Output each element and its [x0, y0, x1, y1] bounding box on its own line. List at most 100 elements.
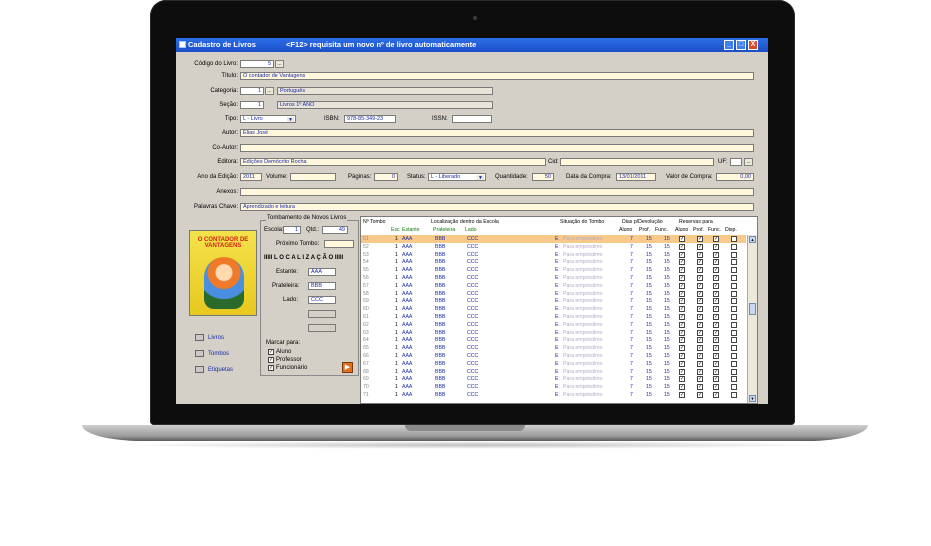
reserva-prof-checkbox[interactable]: ✓ [697, 360, 703, 367]
cidade-field[interactable] [560, 158, 714, 166]
scroll-down-icon[interactable]: ▼ [749, 395, 756, 402]
reserva-func-checkbox[interactable]: ✓ [713, 337, 719, 344]
table-row[interactable]: 68 1 AAA BBB CCC E Para empréstimo 7 15 15 ✓ ✓ ✓ [361, 368, 746, 376]
maximize-button[interactable]: □ [736, 40, 746, 50]
reserva-func-checkbox[interactable]: ✓ [713, 298, 719, 305]
reserva-aluno-checkbox[interactable]: ✓ [679, 298, 685, 305]
disponivel-checkbox[interactable] [731, 368, 737, 375]
reserva-prof-checkbox[interactable]: ✓ [697, 384, 703, 391]
reserva-aluno-checkbox[interactable]: ✓ [679, 290, 685, 297]
lado-field[interactable]: CCC [308, 296, 336, 304]
issn-field[interactable] [452, 115, 492, 123]
volume-field[interactable] [290, 173, 336, 181]
close-button[interactable]: X [748, 40, 758, 50]
reserva-func-checkbox[interactable]: ✓ [713, 259, 719, 266]
reserva-prof-checkbox[interactable]: ✓ [697, 290, 703, 297]
reserva-func-checkbox[interactable]: ✓ [713, 290, 719, 297]
table-row[interactable]: 63 1 AAA BBB CCC E Para empréstimo 7 15 15 ✓ ✓ ✓ [361, 329, 746, 337]
reserva-aluno-checkbox[interactable]: ✓ [679, 360, 685, 367]
disponivel-checkbox[interactable] [731, 329, 737, 336]
table-row[interactable]: 56 1 AAA BBB CCC E Para empréstimo 7 15 15 ✓ ✓ ✓ [361, 274, 746, 282]
anexos-field[interactable] [240, 188, 754, 196]
minimize-button[interactable]: _ [724, 40, 734, 50]
reserva-prof-checkbox[interactable]: ✓ [697, 337, 703, 344]
reserva-func-checkbox[interactable]: ✓ [713, 251, 719, 258]
disponivel-checkbox[interactable] [731, 345, 737, 352]
reserva-prof-checkbox[interactable]: ✓ [697, 353, 703, 359]
reserva-func-checkbox[interactable]: ✓ [713, 376, 719, 383]
uf-lookup-button[interactable]: ... [744, 158, 753, 166]
reserva-aluno-checkbox[interactable]: ✓ [679, 368, 685, 375]
reserva-prof-checkbox[interactable]: ✓ [697, 314, 703, 320]
reserva-prof-checkbox[interactable]: ✓ [697, 368, 703, 375]
reserva-func-checkbox[interactable]: ✓ [713, 282, 719, 289]
tipo-select[interactable]: L - Livro ▼ [240, 115, 296, 123]
reserva-prof-checkbox[interactable]: ✓ [697, 236, 703, 242]
paginas-field[interactable]: 0 [374, 173, 398, 181]
disponivel-checkbox[interactable] [731, 259, 737, 266]
reserva-func-checkbox[interactable]: ✓ [713, 306, 719, 313]
generate-tombos-button[interactable]: ▶ [342, 362, 353, 373]
reserva-aluno-checkbox[interactable]: ✓ [679, 392, 685, 398]
reserva-prof-checkbox[interactable]: ✓ [697, 392, 703, 398]
reserva-prof-checkbox[interactable]: ✓ [697, 329, 703, 336]
disponivel-checkbox[interactable] [731, 243, 737, 250]
autor-field[interactable]: Elias José [240, 129, 754, 137]
reserva-func-checkbox[interactable]: ✓ [713, 384, 719, 391]
reserva-prof-checkbox[interactable]: ✓ [697, 376, 703, 383]
extra-field-2[interactable] [308, 324, 336, 332]
link-livros[interactable]: Livros [208, 335, 224, 341]
grid-scrollbar[interactable]: ▲ ▼ [747, 235, 757, 403]
table-row[interactable]: 57 1 AAA BBB CCC E Para empréstimo 7 15 15 ✓ ✓ ✓ [361, 282, 746, 290]
reserva-aluno-checkbox[interactable]: ✓ [679, 376, 685, 383]
prateleira-field[interactable]: BBB [308, 282, 336, 290]
reserva-prof-checkbox[interactable]: ✓ [697, 267, 703, 274]
table-row[interactable]: 51 1 AAA BBB CCC E Para empréstimo 7 15 15 ✓ ✓ ✓ [361, 235, 746, 243]
reserva-aluno-checkbox[interactable]: ✓ [679, 337, 685, 344]
table-row[interactable]: 67 1 AAA BBB CCC E Para empréstimo 7 15 15 ✓ ✓ ✓ [361, 360, 746, 368]
reserva-prof-checkbox[interactable]: ✓ [697, 251, 703, 258]
reserva-aluno-checkbox[interactable]: ✓ [679, 259, 685, 266]
table-row[interactable]: 52 1 AAA BBB CCC E Para empréstimo 7 15 15 ✓ ✓ ✓ [361, 243, 746, 251]
quantidade-field[interactable]: 50 [532, 173, 554, 181]
reserva-func-checkbox[interactable]: ✓ [713, 360, 719, 367]
funcionario-checkbox[interactable]: ✓ [268, 365, 274, 371]
coautor-field[interactable] [240, 144, 754, 152]
codigo-field[interactable]: 5 [240, 60, 274, 68]
palavras-chave-field[interactable]: Aprendizado e leitura [240, 203, 754, 211]
reserva-aluno-checkbox[interactable]: ✓ [679, 345, 685, 352]
categoria-lookup-button[interactable]: ... [265, 87, 274, 95]
reserva-prof-checkbox[interactable]: ✓ [697, 243, 703, 250]
valor-compra-field[interactable]: 0,00 [716, 173, 754, 181]
table-row[interactable]: 61 1 AAA BBB CCC E Para empréstimo 7 15 15 ✓ ✓ ✓ [361, 313, 746, 321]
reserva-func-checkbox[interactable]: ✓ [713, 392, 719, 398]
link-etiquetas[interactable]: Etiquetas [208, 367, 233, 373]
reserva-aluno-checkbox[interactable]: ✓ [679, 329, 685, 336]
codigo-lookup-button[interactable]: ... [275, 60, 284, 68]
table-row[interactable]: 58 1 AAA BBB CCC E Para empréstimo 7 15 15 ✓ ✓ ✓ [361, 290, 746, 298]
disponivel-checkbox[interactable] [731, 282, 737, 289]
disponivel-checkbox[interactable] [731, 290, 737, 297]
reserva-func-checkbox[interactable]: ✓ [713, 267, 719, 274]
table-row[interactable]: 55 1 AAA BBB CCC E Para empréstimo 7 15 15 ✓ ✓ ✓ [361, 266, 746, 274]
secao-code-field[interactable]: 1 [240, 101, 264, 109]
table-row[interactable]: 53 1 AAA BBB CCC E Para empréstimo 7 15 15 ✓ ✓ ✓ [361, 251, 746, 259]
reserva-prof-checkbox[interactable]: ✓ [697, 345, 703, 352]
disponivel-checkbox[interactable] [731, 298, 737, 305]
reserva-aluno-checkbox[interactable]: ✓ [679, 314, 685, 320]
reserva-prof-checkbox[interactable]: ✓ [697, 298, 703, 305]
reserva-prof-checkbox[interactable]: ✓ [697, 282, 703, 289]
disponivel-checkbox[interactable] [731, 236, 737, 242]
reserva-aluno-checkbox[interactable]: ✓ [679, 243, 685, 250]
disponivel-checkbox[interactable] [731, 376, 737, 383]
reserva-aluno-checkbox[interactable]: ✓ [679, 306, 685, 313]
disponivel-checkbox[interactable] [731, 337, 737, 344]
table-row[interactable]: 59 1 AAA BBB CCC E Para empréstimo 7 15 15 ✓ ✓ ✓ [361, 297, 746, 305]
table-row[interactable]: 64 1 AAA BBB CCC E Para empréstimo 7 15 15 ✓ ✓ ✓ [361, 336, 746, 344]
disponivel-checkbox[interactable] [731, 384, 737, 391]
table-row[interactable]: 65 1 AAA BBB CCC E Para empréstimo 7 15 15 ✓ ✓ ✓ [361, 344, 746, 352]
reserva-func-checkbox[interactable]: ✓ [713, 345, 719, 352]
professor-checkbox[interactable]: ✓ [268, 357, 274, 363]
reserva-aluno-checkbox[interactable]: ✓ [679, 236, 685, 242]
reserva-func-checkbox[interactable]: ✓ [713, 236, 719, 242]
